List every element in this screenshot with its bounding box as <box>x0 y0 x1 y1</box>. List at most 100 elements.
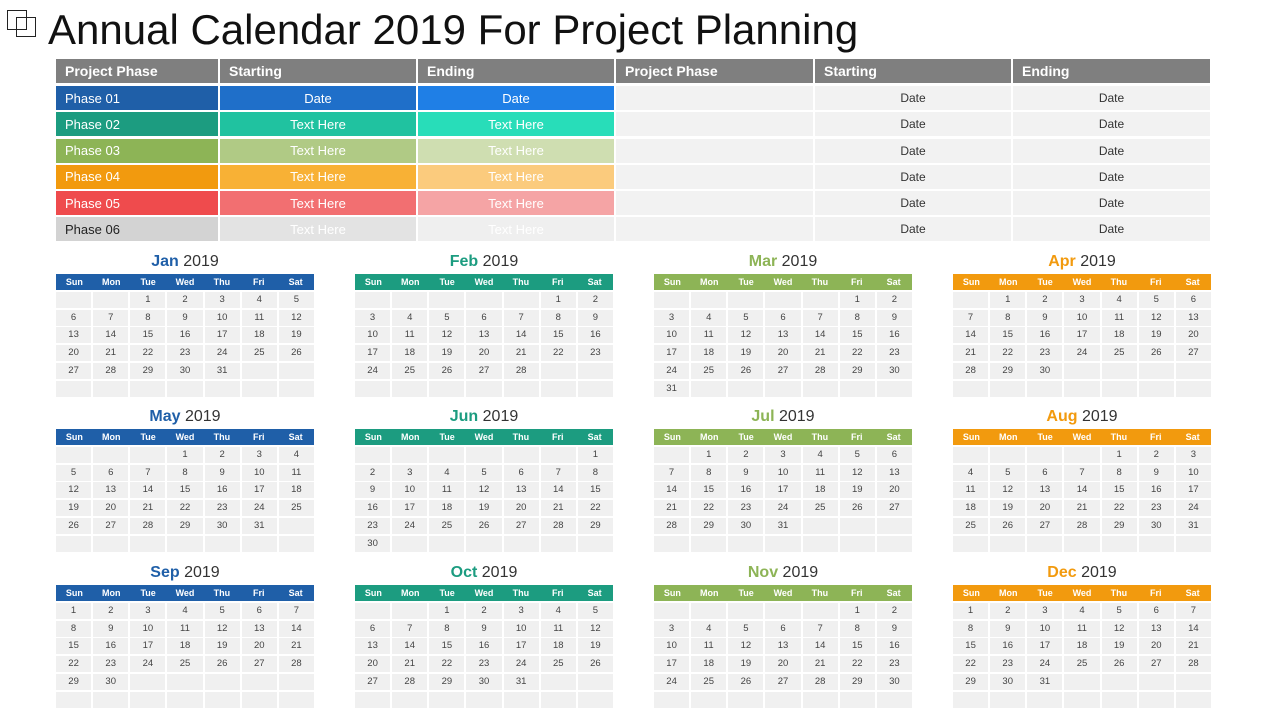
day-cell[interactable]: 5 <box>429 309 465 326</box>
day-cell[interactable]: 29 <box>953 673 989 690</box>
day-cell[interactable]: 21 <box>392 656 428 673</box>
day-cell[interactable]: 23 <box>728 500 764 517</box>
day-cell[interactable]: 25 <box>429 517 465 534</box>
day-cell[interactable]: 19 <box>990 500 1026 517</box>
day-cell[interactable]: 12 <box>728 638 764 655</box>
day-cell[interactable]: 14 <box>1175 620 1211 637</box>
day-cell[interactable]: 31 <box>241 517 277 534</box>
day-cell[interactable]: 8 <box>429 620 465 637</box>
day-cell[interactable]: 2 <box>204 446 240 463</box>
day-cell[interactable]: 31 <box>1175 517 1211 534</box>
day-cell[interactable]: 29 <box>577 517 613 534</box>
day-cell[interactable]: 7 <box>93 309 129 326</box>
day-cell[interactable]: 15 <box>990 327 1026 344</box>
day-cell[interactable]: 27 <box>765 673 801 690</box>
day-cell[interactable]: 23 <box>990 656 1026 673</box>
day-cell[interactable]: 15 <box>839 638 875 655</box>
day-cell[interactable]: 22 <box>990 345 1026 362</box>
day-cell[interactable]: 14 <box>93 327 129 344</box>
day-cell[interactable]: 10 <box>130 620 166 637</box>
day-cell[interactable]: 19 <box>577 638 613 655</box>
day-cell[interactable]: 13 <box>241 620 277 637</box>
day-cell[interactable]: 6 <box>1027 464 1063 481</box>
day-cell[interactable]: 6 <box>876 446 912 463</box>
day-cell[interactable]: 5 <box>56 464 92 481</box>
day-cell[interactable]: 17 <box>654 345 690 362</box>
day-cell[interactable]: 4 <box>540 602 576 619</box>
day-cell[interactable]: 21 <box>130 500 166 517</box>
day-cell[interactable]: 29 <box>429 673 465 690</box>
day-cell[interactable]: 14 <box>802 327 838 344</box>
day-cell[interactable]: 25 <box>241 345 277 362</box>
day-cell[interactable]: 3 <box>1027 602 1063 619</box>
day-cell[interactable]: 15 <box>130 327 166 344</box>
day-cell[interactable]: 6 <box>93 464 129 481</box>
day-cell[interactable]: 9 <box>876 620 912 637</box>
day-cell[interactable]: 13 <box>466 327 502 344</box>
day-cell[interactable]: 20 <box>1138 638 1174 655</box>
day-cell[interactable]: 18 <box>278 482 314 499</box>
day-cell[interactable]: 24 <box>1027 656 1063 673</box>
day-cell[interactable]: 26 <box>1138 345 1174 362</box>
day-cell[interactable]: 1 <box>130 291 166 308</box>
day-cell[interactable]: 27 <box>503 517 539 534</box>
day-cell[interactable]: 7 <box>392 620 428 637</box>
day-cell[interactable]: 18 <box>540 638 576 655</box>
day-cell[interactable]: 17 <box>1064 327 1100 344</box>
day-cell[interactable]: 17 <box>204 327 240 344</box>
day-cell[interactable]: 7 <box>654 464 690 481</box>
day-cell[interactable]: 5 <box>278 291 314 308</box>
day-cell[interactable]: 24 <box>1064 345 1100 362</box>
day-cell[interactable]: 5 <box>728 309 764 326</box>
day-cell[interactable]: 10 <box>392 482 428 499</box>
day-cell[interactable]: 28 <box>1064 517 1100 534</box>
day-cell[interactable]: 11 <box>802 464 838 481</box>
day-cell[interactable]: 4 <box>1064 602 1100 619</box>
day-cell[interactable]: 16 <box>1027 327 1063 344</box>
day-cell[interactable]: 18 <box>241 327 277 344</box>
day-cell[interactable]: 3 <box>392 464 428 481</box>
day-cell[interactable]: 22 <box>130 345 166 362</box>
day-cell[interactable]: 9 <box>167 309 203 326</box>
day-cell[interactable]: 23 <box>876 656 912 673</box>
day-cell[interactable]: 1 <box>167 446 203 463</box>
day-cell[interactable]: 14 <box>540 482 576 499</box>
day-cell[interactable]: 16 <box>93 638 129 655</box>
day-cell[interactable]: 17 <box>654 656 690 673</box>
day-cell[interactable]: 20 <box>1175 327 1211 344</box>
day-cell[interactable]: 31 <box>204 362 240 379</box>
day-cell[interactable]: 2 <box>1138 446 1174 463</box>
day-cell[interactable]: 26 <box>990 517 1026 534</box>
day-cell[interactable]: 28 <box>130 517 166 534</box>
day-cell[interactable]: 11 <box>429 482 465 499</box>
day-cell[interactable]: 7 <box>503 309 539 326</box>
day-cell[interactable]: 10 <box>355 327 391 344</box>
day-cell[interactable]: 15 <box>1101 482 1137 499</box>
day-cell[interactable]: 21 <box>953 345 989 362</box>
day-cell[interactable]: 25 <box>167 656 203 673</box>
day-cell[interactable]: 30 <box>93 673 129 690</box>
day-cell[interactable]: 19 <box>728 656 764 673</box>
day-cell[interactable]: 2 <box>876 291 912 308</box>
day-cell[interactable]: 14 <box>392 638 428 655</box>
day-cell[interactable]: 23 <box>466 656 502 673</box>
day-cell[interactable]: 29 <box>990 362 1026 379</box>
day-cell[interactable]: 2 <box>728 446 764 463</box>
day-cell[interactable]: 8 <box>540 309 576 326</box>
day-cell[interactable]: 2 <box>1027 291 1063 308</box>
day-cell[interactable]: 26 <box>728 362 764 379</box>
day-cell[interactable]: 30 <box>204 517 240 534</box>
day-cell[interactable]: 2 <box>355 464 391 481</box>
day-cell[interactable]: 3 <box>1064 291 1100 308</box>
day-cell[interactable]: 8 <box>953 620 989 637</box>
day-cell[interactable]: 21 <box>503 345 539 362</box>
day-cell[interactable]: 13 <box>1175 309 1211 326</box>
day-cell[interactable]: 17 <box>503 638 539 655</box>
day-cell[interactable]: 9 <box>728 464 764 481</box>
day-cell[interactable]: 5 <box>204 602 240 619</box>
day-cell[interactable]: 4 <box>429 464 465 481</box>
day-cell[interactable]: 18 <box>1101 327 1137 344</box>
day-cell[interactable]: 26 <box>56 517 92 534</box>
day-cell[interactable]: 13 <box>93 482 129 499</box>
day-cell[interactable]: 20 <box>503 500 539 517</box>
